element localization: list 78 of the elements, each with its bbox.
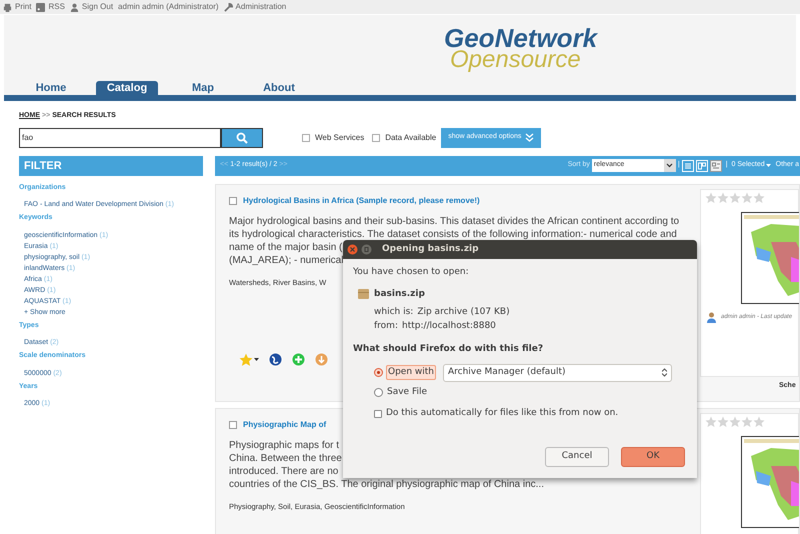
record-checkbox[interactable] [229,420,237,428]
description-line: China. Between the three [229,452,342,464]
nav-tab[interactable]: About [248,81,310,95]
nav-tab[interactable]: Map [172,81,234,95]
spinner-arrows-icon [662,368,667,377]
star-icon [729,416,741,428]
archive-icon [358,289,369,300]
star-icon [717,192,729,204]
double-chevron-icon [525,133,534,142]
rss-icon [36,2,46,12]
top-link[interactable]: Administration [236,1,286,13]
search-icon [236,132,248,144]
minimize-icon[interactable] [361,244,372,255]
description-line: (MAJ_AREA); - numerical [229,254,344,266]
star-icon[interactable] [239,352,253,367]
record-title[interactable]: Physiographic Map of [243,418,326,430]
logo: GeoNetwork Opensource [444,27,598,71]
file-info-label: which is: [374,306,414,319]
top-link[interactable]: Sign Out [82,1,114,13]
user-avatar-icon [707,312,716,322]
application-dropdown[interactable]: Archive Manager (default) [443,364,672,382]
checkbox-label: Do this automatically for files like this from now on. [386,407,618,420]
star-icon [729,192,741,204]
globe-icon[interactable] [269,353,282,366]
record-checkbox[interactable] [229,196,237,204]
dialog-intro: You have chosen to open: [353,266,469,279]
description-line: its hydrological characteristics. The dataset consists of the following information:- numerical code and [229,228,677,240]
star-icon [705,416,717,428]
top-link[interactable]: RSS [48,1,65,13]
checkbox[interactable] [372,134,380,142]
checkbox-label: Data Available [385,132,436,144]
user-name: admin admin (Administrator) [118,1,219,13]
file-info-value: http://localhost:8880 [402,320,496,333]
cancel-button[interactable]: Cancel [545,446,609,466]
star-icon [741,416,753,428]
file-name: basins.zip [374,288,425,300]
printer-icon [3,2,12,12]
chevron-down-icon [666,163,674,168]
list-view-icon [684,162,692,170]
checkbox[interactable] [374,410,382,418]
detail-view-icon [712,162,720,170]
star-icon [753,416,765,428]
star-icon [753,192,765,204]
checkbox-label: Web Services [315,132,364,144]
filter-header: FILTER [19,156,203,176]
star-icon [705,192,717,204]
user-icon [70,2,79,12]
search-field[interactable]: fao [19,128,221,148]
description-line: name of the major basin ( [229,240,342,254]
star-icon [741,192,753,204]
view-toggle-button[interactable] [710,160,722,172]
checkbox[interactable] [302,134,310,142]
wrench-icon [224,2,233,12]
radio-button[interactable] [374,388,383,397]
file-info-label: from: [374,320,398,333]
grid-view-icon [698,162,706,170]
add-icon[interactable] [292,353,305,366]
record-title[interactable]: Hydrological Basins in Africa (Sample record, please remove!) [243,194,480,206]
radio-button[interactable] [374,368,383,377]
description-line: Physiographic maps for t [229,438,340,452]
ok-button[interactable]: OK [621,446,685,466]
description-line: countries of the CIS_BS. The original physiographic map of China inc... [229,478,544,490]
radio-label[interactable]: Open with [386,364,436,380]
nav-tab[interactable]: Catalog [96,81,158,95]
radio-label[interactable]: Save File [386,386,428,399]
close-icon[interactable] [347,244,358,255]
description-line: introduced. There are no [229,464,338,478]
search-button[interactable] [221,128,263,148]
description-line: Major hydrological basins and their sub-basins. This dataset divides the African continent according to [229,214,680,228]
caret-icon [766,164,771,168]
file-info-value: Zip archive (107 KB) [417,306,510,319]
dialog-title: Opening basins.zip [382,242,479,256]
download-icon[interactable] [315,353,328,366]
top-link[interactable]: Print [15,1,32,13]
caret-icon[interactable] [254,358,259,362]
star-icon [717,416,729,428]
dialog-question: What should Firefox do with this file? [353,343,544,356]
nav-tab[interactable]: Home [20,81,82,95]
